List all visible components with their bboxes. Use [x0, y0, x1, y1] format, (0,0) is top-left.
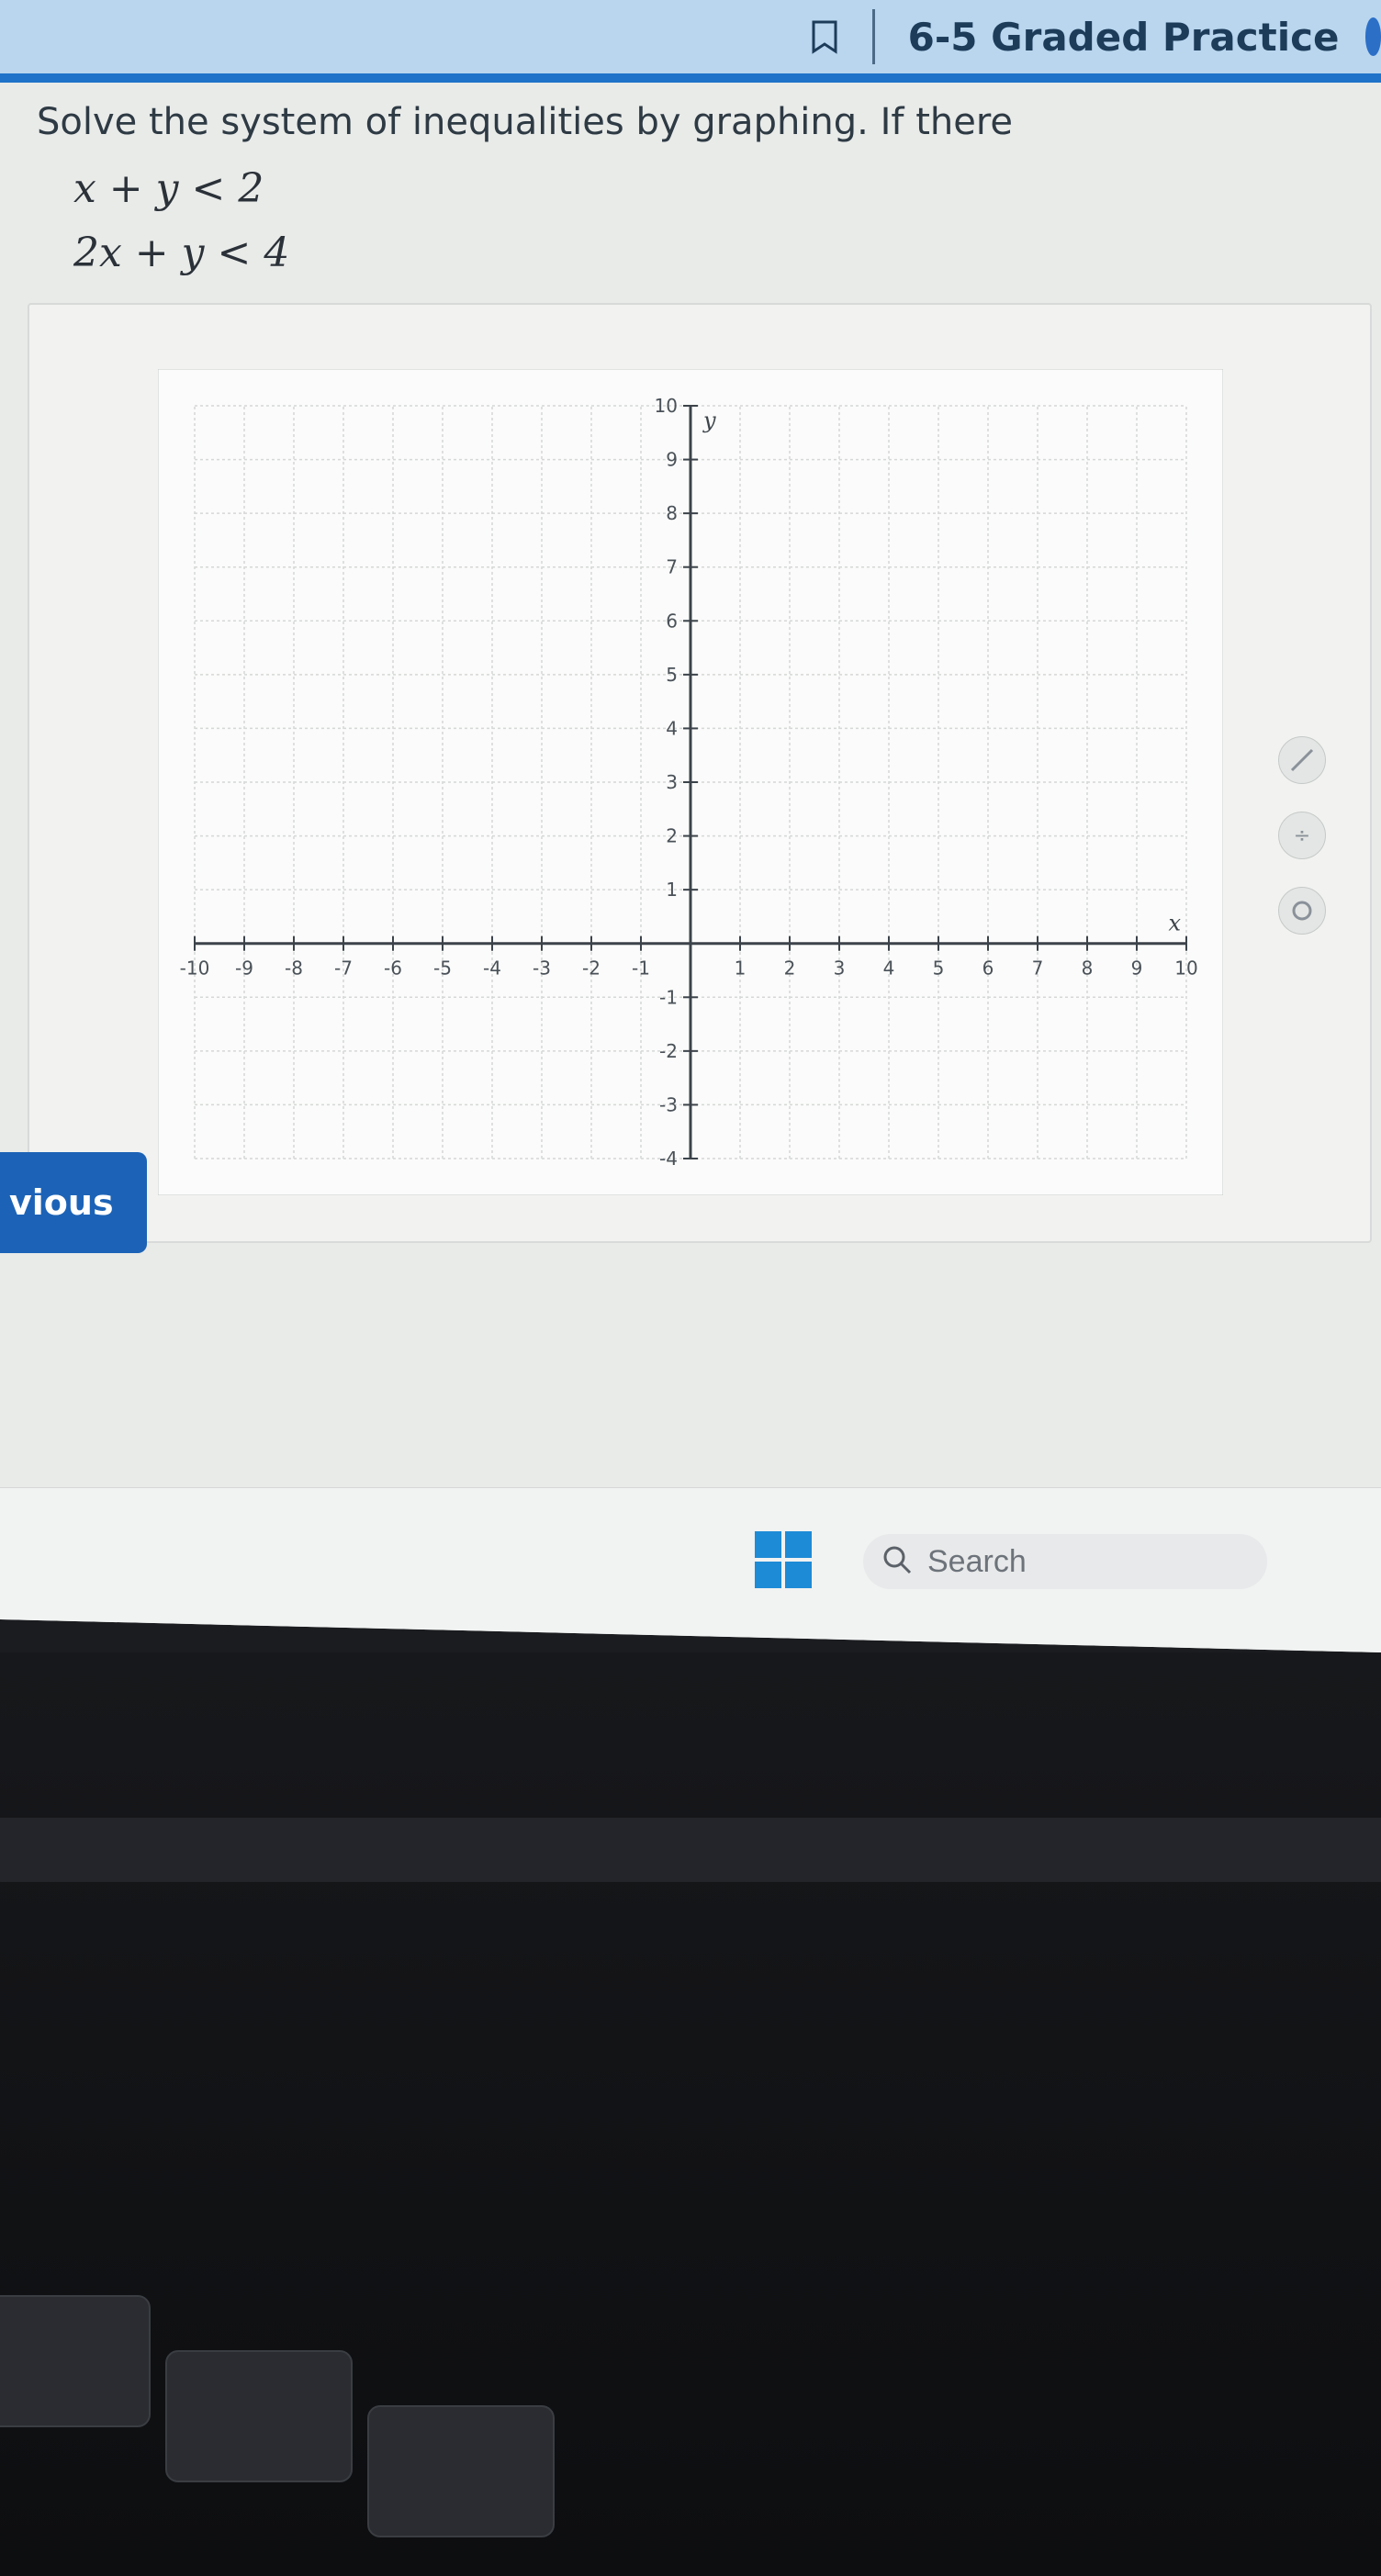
x-tick-label: 3	[834, 958, 846, 980]
keyboard-key	[367, 2405, 555, 2537]
x-tick-label: 8	[1082, 958, 1094, 980]
x-tick-label: 9	[1131, 958, 1143, 980]
x-tick-label: -10	[180, 958, 210, 980]
x-tick-label: 4	[883, 958, 895, 980]
laptop-keyboard-area	[0, 1652, 1381, 2576]
bookmark-icon[interactable]	[808, 18, 841, 55]
y-tick-label: 1	[666, 879, 678, 901]
y-tick-label: 7	[666, 556, 678, 578]
taskbar-search[interactable]: Search	[863, 1534, 1267, 1589]
search-icon	[881, 1544, 913, 1580]
search-placeholder: Search	[927, 1543, 1027, 1579]
coordinate-graph[interactable]: -10 -9 -8 -7 -6 -5 -4 -3 -2 -1 1 2 3 4 5 6 7 8 9 10 -4 -3 -2 -1…	[158, 369, 1223, 1195]
x-axis-label: x	[1168, 911, 1181, 936]
x-tick-label: 5	[933, 958, 945, 980]
y-tick-label: -3	[659, 1093, 678, 1115]
x-tick-label: -7	[334, 958, 353, 980]
laptop-screen: 6-5 Graded Practice Solve the system of …	[0, 0, 1381, 1652]
windows-start-icon[interactable]	[753, 1529, 814, 1590]
y-tick-label: 2	[666, 825, 678, 847]
x-tick-label: -2	[582, 958, 601, 980]
assignment-title: 6-5 Graded Practice	[907, 14, 1340, 60]
keyboard-key	[165, 2350, 353, 2482]
y-tick-label: -1	[659, 986, 678, 1008]
previous-button[interactable]: vious	[0, 1152, 147, 1253]
y-tick-label: 6	[666, 610, 678, 632]
question-prompt: Solve the system of inequalities by grap…	[37, 101, 1014, 143]
x-tick-label: 6	[982, 958, 994, 980]
inequality-1: x + y < 2	[73, 165, 264, 212]
x-tick-label: -8	[285, 958, 303, 980]
windows-taskbar: Search	[0, 1487, 1381, 1652]
y-tick-label: 10	[655, 395, 678, 417]
x-tick-label: 2	[784, 958, 796, 980]
x-tick-label: 10	[1174, 958, 1197, 980]
x-tick-label: 7	[1032, 958, 1044, 980]
y-tick-label: 8	[666, 502, 678, 524]
x-tick-label: 1	[735, 958, 747, 980]
y-tick-label: 5	[666, 664, 678, 686]
y-tick-label: -2	[659, 1040, 678, 1062]
x-tick-label: -9	[235, 958, 253, 980]
reset-icon[interactable]	[1278, 887, 1326, 935]
question-content: Solve the system of inequalities by grap…	[18, 92, 1377, 1597]
x-tick-label: -5	[433, 958, 452, 980]
line-tool-icon[interactable]	[1278, 736, 1326, 784]
y-axis-label: y	[702, 408, 716, 433]
x-tick-label: -6	[384, 958, 402, 980]
x-tick-label: -1	[632, 958, 650, 980]
keyboard-key	[0, 2295, 151, 2427]
y-tick-label: 3	[666, 771, 678, 793]
y-tick-label: -4	[659, 1148, 678, 1170]
svg-text:÷: ÷	[1294, 824, 1310, 847]
answer-panel: -10 -9 -8 -7 -6 -5 -4 -3 -2 -1 1 2 3 4 5 6 7 8 9 10 -4 -3 -2 -1…	[28, 303, 1372, 1243]
divider	[867, 9, 882, 64]
y-tick-label: 9	[666, 449, 678, 471]
graph-tool-icon[interactable]: ÷	[1278, 812, 1326, 859]
x-tick-label: -3	[533, 958, 551, 980]
laptop-hinge	[0, 1818, 1381, 1882]
user-avatar-icon[interactable]	[1364, 17, 1381, 56]
x-tick-label: -4	[483, 958, 501, 980]
y-tick-label: 4	[666, 717, 678, 739]
graph-toolbar: ÷	[1278, 736, 1326, 935]
inequality-2: 2x + y < 4	[73, 230, 290, 276]
header-bar: 6-5 Graded Practice	[0, 0, 1381, 83]
